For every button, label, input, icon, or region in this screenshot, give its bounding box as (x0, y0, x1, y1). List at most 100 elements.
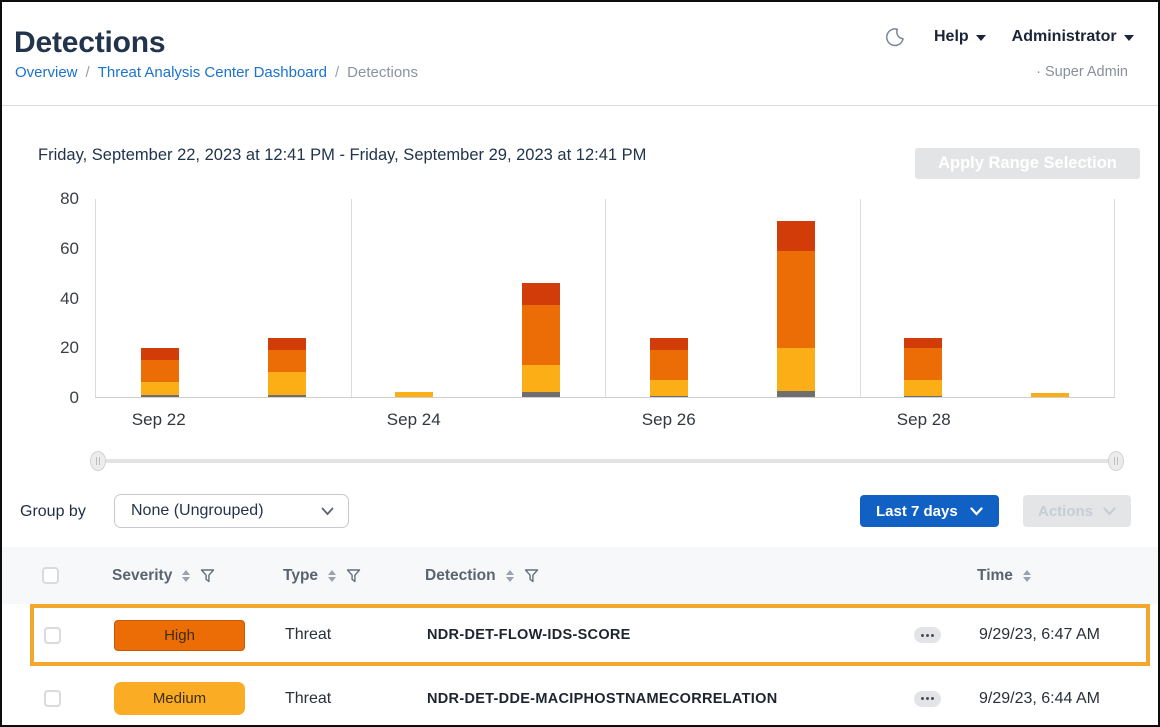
x-tick-label (988, 410, 1116, 430)
type-cell: Threat (285, 668, 331, 727)
breadcrumb-link-overview[interactable]: Overview (15, 64, 78, 81)
chevron-down-icon (1124, 35, 1134, 41)
row-actions-cell (914, 668, 941, 727)
x-tick-label (223, 410, 351, 430)
detection-cell: NDR-DET-FLOW-IDS-SCORE (427, 608, 631, 662)
stacked-bar-sep-25[interactable] (522, 199, 560, 397)
chevron-down-icon (1103, 507, 1116, 516)
x-tick-label: Sep 24 (350, 410, 478, 430)
bar-segment-low (268, 395, 306, 397)
actions-button[interactable]: Actions (1023, 495, 1131, 527)
filter-icon[interactable] (524, 569, 539, 583)
bar-segment-high (268, 350, 306, 372)
chevron-down-icon (321, 507, 334, 516)
bar-segment-critical (650, 338, 688, 350)
sort-icon[interactable] (1023, 570, 1031, 582)
bar-slot (351, 199, 478, 397)
filter-icon[interactable] (200, 569, 215, 583)
column-label: Detection (425, 567, 496, 585)
select-all-checkbox[interactable] (42, 567, 59, 584)
stacked-bar-sep-29[interactable] (1031, 199, 1069, 397)
sort-icon[interactable] (328, 570, 336, 582)
table-row-highlighted[interactable]: High Threat NDR-DET-FLOW-IDS-SCORE 9/29/… (30, 604, 1150, 666)
date-range-label: Friday, September 22, 2023 at 12:41 PM -… (38, 146, 646, 165)
chevron-down-icon (976, 35, 986, 41)
slider-handle-right[interactable] (1108, 451, 1124, 471)
breadcrumb-link-tac-dashboard[interactable]: Threat Analysis Center Dashboard (98, 64, 327, 81)
column-header-detection: Detection (425, 547, 539, 604)
row-select-cell (44, 608, 61, 662)
stacked-bar-sep-26[interactable] (650, 199, 688, 397)
sort-icon[interactable] (182, 570, 190, 582)
stacked-bar-sep-22[interactable] (141, 199, 179, 397)
bar-slot (478, 199, 605, 397)
apply-range-selection-button[interactable]: Apply Range Selection (915, 148, 1140, 179)
bar-segment-critical (777, 221, 815, 251)
chevron-down-icon (970, 507, 983, 516)
time-range-label: Last 7 days (876, 503, 958, 520)
filter-icon[interactable] (346, 569, 361, 583)
y-tick-label: 80 (60, 189, 79, 209)
help-menu-label: Help (934, 28, 969, 46)
column-header-type: Type (283, 547, 361, 604)
bar-segment-critical (904, 338, 942, 348)
ellipsis-menu-button[interactable] (914, 691, 941, 707)
table-header: Severity Type Detection Time (2, 547, 1158, 604)
y-tick-label: 60 (60, 239, 79, 259)
stacked-bar-sep-24[interactable] (395, 199, 433, 397)
y-tick-label: 40 (60, 289, 79, 309)
type-cell: Threat (285, 608, 331, 662)
row-checkbox[interactable] (44, 690, 61, 707)
group-by-value: None (Ungrouped) (131, 502, 321, 520)
moon-icon (884, 26, 906, 48)
bar-segment-high (650, 350, 688, 380)
chart-y-axis: 806040200 (40, 199, 87, 398)
breadcrumb-separator: / (86, 64, 90, 81)
stacked-bar-sep-23[interactable] (268, 199, 306, 397)
bar-slot (732, 199, 859, 397)
stacked-bar-sep-28[interactable] (904, 199, 942, 397)
header-divider (2, 105, 1158, 106)
bar-segment-low (777, 391, 815, 397)
x-tick-label: Sep 22 (95, 410, 223, 430)
bar-segment-critical (268, 338, 306, 350)
y-tick-label: 0 (70, 388, 79, 408)
group-by-label: Group by (20, 503, 86, 521)
select-all-cell (42, 547, 59, 604)
x-tick-label: Sep 26 (605, 410, 733, 430)
bar-segment-medium (1031, 393, 1069, 397)
bar-segment-low (904, 396, 942, 397)
severity-cell: Medium (114, 668, 245, 727)
time-range-button[interactable]: Last 7 days (860, 495, 999, 527)
slider-handle-left[interactable] (90, 451, 106, 471)
bar-segment-medium (522, 365, 560, 392)
table-row[interactable]: Medium Threat NDR-DET-DDE-MACIPHOSTNAMEC… (4, 668, 1156, 727)
bar-slot (96, 199, 223, 397)
chart-range-slider[interactable] (90, 450, 1124, 472)
time-value: 9/29/23, 6:47 AM (979, 626, 1100, 644)
breadcrumb-current: Detections (347, 64, 418, 81)
column-header-severity: Severity (112, 547, 215, 604)
row-checkbox[interactable] (44, 627, 61, 644)
slider-track (98, 459, 1116, 463)
help-menu[interactable]: Help (934, 28, 986, 46)
bar-segment-critical (522, 283, 560, 305)
ellipsis-menu-button[interactable] (914, 627, 941, 643)
detections-page: Detections Overview / Threat Analysis Ce… (0, 0, 1160, 727)
column-label: Type (283, 567, 318, 585)
sort-icon[interactable] (506, 570, 514, 582)
x-tick-label (733, 410, 861, 430)
dark-mode-toggle[interactable] (882, 24, 908, 50)
severity-badge-high: High (114, 620, 245, 651)
group-by-select[interactable]: None (Ungrouped) (114, 494, 349, 528)
user-menu[interactable]: Administrator (1012, 28, 1134, 46)
time-cell: 9/29/23, 6:44 AM (979, 668, 1100, 727)
chart-plot-bars (96, 199, 1114, 397)
detections-chart[interactable] (95, 199, 1115, 398)
bar-segment-low (650, 396, 688, 397)
severity-badge-medium: Medium (114, 682, 245, 715)
type-value: Threat (285, 626, 331, 644)
stacked-bar-sep-27[interactable] (777, 199, 815, 397)
column-label: Severity (112, 567, 172, 585)
breadcrumb: Overview / Threat Analysis Center Dashbo… (15, 64, 418, 81)
